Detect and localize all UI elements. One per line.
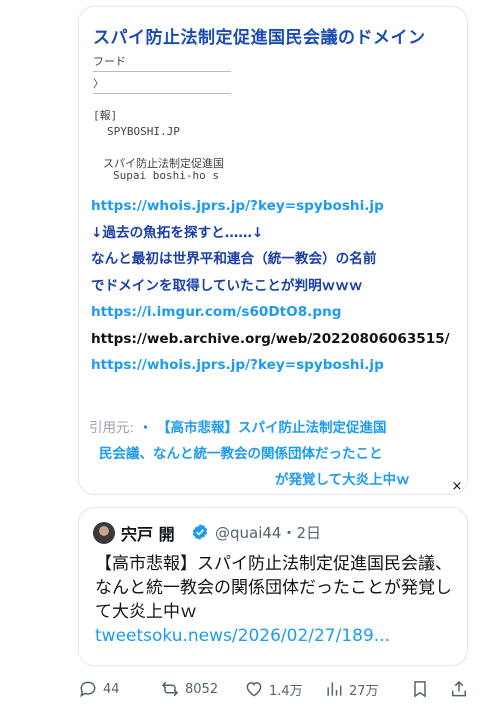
quote-link[interactable]: tweetsoku.news/2026/02/27/189... xyxy=(95,626,390,646)
quote-text: 【高市悲報】スパイ防止法制定促進国民会議、なんと統一教会の関係団体だったことが発… xyxy=(95,552,457,648)
citation[interactable]: 引用元: ・ 【高市悲報】スパイ防止法制定促進国 民会議、なんと統一教会の関係団… xyxy=(89,415,461,493)
views-button[interactable]: 27万 xyxy=(324,675,379,703)
whois-divider-2 xyxy=(93,93,231,94)
repost-count: 8052 xyxy=(185,681,219,697)
repost-icon xyxy=(161,681,179,697)
whois-domain: SPYBOSHI.JP xyxy=(107,125,180,138)
like-button[interactable]: 1.4万 xyxy=(244,675,303,703)
card-line-imgur-link[interactable]: https://i.imgur.com/s60DtO8.png xyxy=(91,299,467,326)
quoted-post[interactable]: 宍戸 開 @quai44・2日 【高市悲報】スパイ防止法制定促進国民会議、なんと… xyxy=(78,507,468,666)
citation-line-3[interactable]: が発覚して大炎上中ｗ xyxy=(89,467,461,493)
bookmark-icon xyxy=(414,681,426,698)
reply-icon xyxy=(80,681,96,698)
card-line-archive-link[interactable]: https://web.archive.org/web/202208060635… xyxy=(91,326,467,353)
embedded-card[interactable]: スパイ防止法制定促進国民会議のドメイン フード 〉 [報] SPYBOSHI.J… xyxy=(78,6,468,495)
whois-label-1: フード xyxy=(93,55,126,68)
card-line-whois-link-2[interactable]: https://whois.jprs.jp/?key=spyboshi.jp xyxy=(91,352,467,379)
whois-label-2: 〉 xyxy=(93,77,104,90)
reply-count: 44 xyxy=(103,681,120,697)
repost-button[interactable]: 8052 xyxy=(160,675,218,703)
quote-author-name[interactable]: 宍戸 開 xyxy=(121,521,175,545)
whois-screenshot: フード 〉 [報] SPYBOSHI.JP スパイ防止法制定促進国 Supai … xyxy=(93,53,233,183)
reply-button[interactable]: 44 xyxy=(78,675,120,703)
citation-label: 引用元: xyxy=(89,420,135,436)
views-count: 27万 xyxy=(349,683,379,699)
action-bar: 44 8052 1.4万 27万 xyxy=(0,675,480,703)
quote-body: 【高市悲報】スパイ防止法制定促進国民会議、なんと統一教会の関係団体だったことが発… xyxy=(95,554,452,622)
citation-bullet: ・ xyxy=(138,420,153,436)
heart-icon xyxy=(246,681,262,697)
card-title: スパイ防止法制定促進国民会議のドメイン xyxy=(93,28,426,48)
whois-label-3: [報] xyxy=(93,109,118,122)
share-button[interactable] xyxy=(449,675,474,703)
verified-badge-icon xyxy=(192,524,208,540)
whois-romaji: Supai boshi-ho s xyxy=(113,169,219,182)
citation-line-1[interactable]: 【高市悲報】スパイ防止法制定促進国 xyxy=(157,420,387,436)
whois-divider-1 xyxy=(93,71,231,72)
like-count: 1.4万 xyxy=(269,683,303,699)
avatar[interactable] xyxy=(93,522,115,544)
card-line-whois-link[interactable]: https://whois.jprs.jp/?key=spyboshi.jp xyxy=(91,193,467,220)
citation-line-2[interactable]: 民会議、なんと統一教会の関係団体だったこと xyxy=(89,441,461,467)
quote-handle-time: @quai44・2日 xyxy=(215,524,322,542)
bookmark-button[interactable] xyxy=(410,675,435,703)
card-line-text-1: なんと最初は世界平和連合（統一教会）の名前 xyxy=(91,251,377,267)
card-body-lines: https://whois.jprs.jp/?key=spyboshi.jp ↓… xyxy=(91,193,467,379)
views-chart-icon xyxy=(327,682,342,696)
close-icon[interactable]: × xyxy=(450,480,464,494)
card-line-text-2: でドメインを取得していたことが判明ｗｗｗ xyxy=(91,277,363,294)
share-icon xyxy=(452,680,466,697)
card-line-arrow-text: ↓過去の魚拓を探すと……↓ xyxy=(91,224,264,241)
